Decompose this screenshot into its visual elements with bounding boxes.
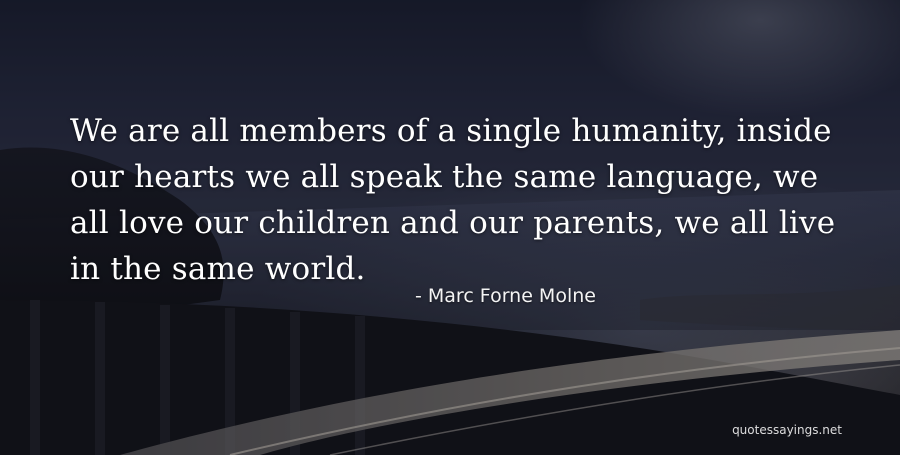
- site-watermark[interactable]: quotessayings.net: [732, 422, 842, 438]
- quote-card: We are all members of a single humanity,…: [0, 0, 900, 455]
- quote-author: - Marc Forne Molne: [415, 285, 596, 307]
- quote-text: We are all members of a single humanity,…: [70, 113, 836, 287]
